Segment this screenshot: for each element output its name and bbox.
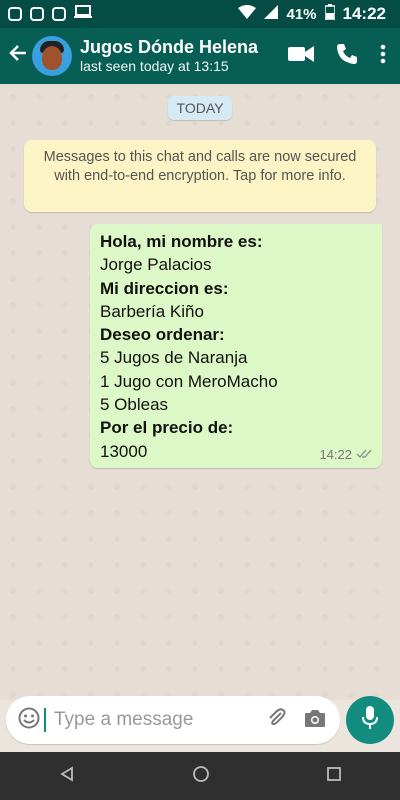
back-arrow-icon[interactable] (4, 42, 32, 70)
wifi-icon (238, 5, 257, 23)
instagram-icon (30, 7, 44, 21)
chat-header: Jugos Dónde Helena last seen today at 13… (0, 28, 400, 84)
home-nav-icon[interactable] (192, 765, 210, 788)
clock: 14:22 (342, 4, 386, 23)
message-line: Barbería Kiño (100, 301, 204, 321)
contact-name: Jugos Dónde Helena (80, 37, 259, 57)
message-line: Por el precio de: (100, 418, 234, 438)
chat-area[interactable]: TODAY Messages to this chat and calls ar… (0, 84, 400, 700)
message-line: Mi direccion es: (100, 278, 229, 298)
message-line: Deseo ordenar: (100, 325, 225, 345)
system-status: 41% 14:22 (238, 4, 400, 24)
signal-icon (264, 5, 279, 23)
message-input[interactable]: Type a message (54, 709, 266, 731)
message-composer: Type a message (6, 696, 340, 744)
last-seen: last seen today at 13:15 (80, 58, 229, 74)
image-icon (52, 7, 66, 21)
message-line: 5 Jugos de Naranja (100, 348, 248, 368)
battery-level: 41% (286, 5, 317, 23)
double-check-icon (356, 447, 372, 462)
battery-icon (323, 4, 336, 24)
message-line: 5 Obleas (100, 395, 169, 415)
contact-info[interactable]: Jugos Dónde Helena last seen today at 13… (80, 37, 288, 75)
system-nav-bar (0, 752, 400, 800)
mic-button[interactable] (346, 696, 394, 744)
instagram-icon (8, 7, 22, 21)
attach-icon[interactable] (266, 707, 288, 734)
video-call-icon[interactable] (288, 45, 314, 68)
microphone-icon (362, 705, 378, 735)
recents-nav-icon[interactable] (327, 766, 342, 786)
emoji-icon[interactable] (18, 707, 40, 734)
back-nav-icon[interactable] (59, 765, 75, 787)
message-line: Hola, mi nombre es: (100, 232, 263, 251)
voice-call-icon[interactable] (336, 43, 358, 70)
message-meta: 14:22 (319, 447, 372, 462)
text-cursor (44, 708, 46, 732)
message-line: 1 Jugo con MeroMacho (100, 371, 278, 391)
message-time: 14:22 (319, 447, 352, 462)
status-bar: 41% 14:22 (0, 0, 400, 28)
laptop-icon (74, 5, 92, 23)
notification-icons (0, 5, 92, 23)
avatar[interactable] (32, 36, 72, 76)
encryption-notice[interactable]: Messages to this chat and calls are now … (24, 140, 376, 212)
date-divider: TODAY (168, 96, 232, 120)
outgoing-message[interactable]: Hola, mi nombre es: Jorge Palacios Mi dire… (90, 224, 382, 468)
more-options-icon[interactable] (380, 44, 386, 69)
message-text: Hola, mi nombre es: Jorge Palacios Mi dire… (100, 230, 372, 463)
message-line: Jorge Palacios (100, 255, 212, 275)
camera-icon[interactable] (304, 708, 326, 733)
